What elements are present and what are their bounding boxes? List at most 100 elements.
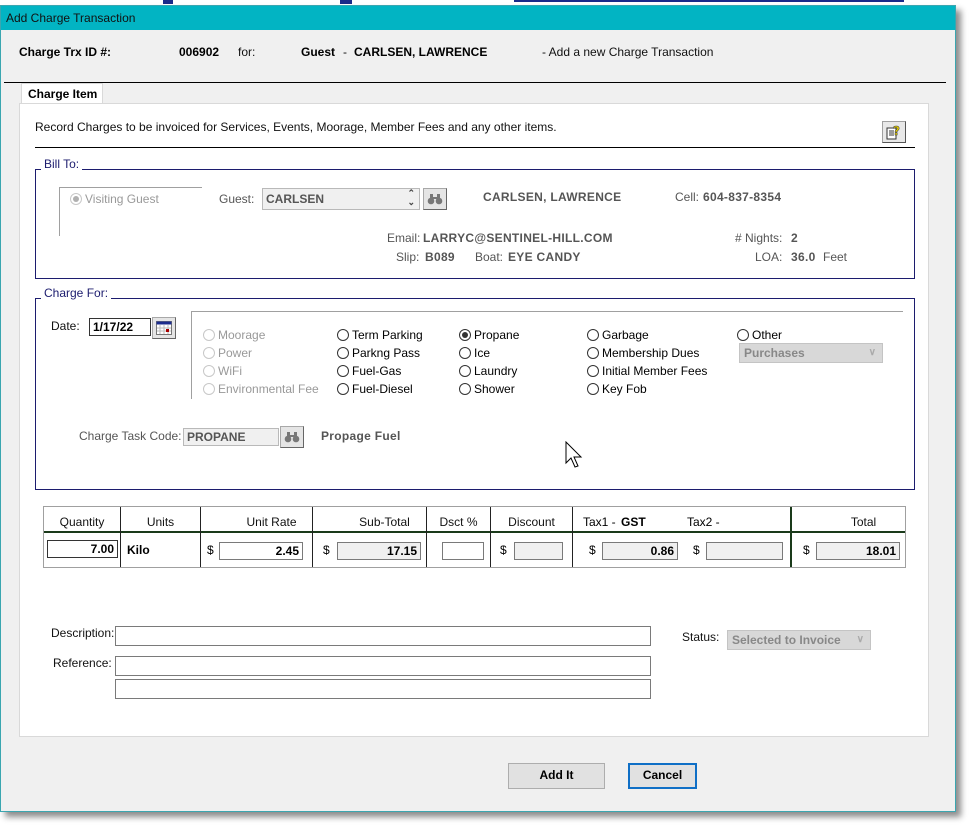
radio-icon	[737, 329, 749, 341]
currency-symbol: $	[589, 543, 596, 557]
radio-label: Ice	[474, 346, 491, 360]
status-select[interactable]: Selected to Invoice ∨	[727, 630, 871, 650]
col-taxes: Tax1 - GST Tax2 - $ 0.86 $	[573, 507, 792, 567]
charge-type-radio-fuel-gas[interactable]: Fuel-Gas	[337, 362, 401, 380]
col-units: Units Kilo	[121, 507, 201, 567]
radio-label: Laundry	[474, 364, 518, 378]
col-total: Total $ 18.01	[792, 507, 905, 567]
radio-icon	[70, 193, 82, 205]
nights-label: # Nights:	[735, 231, 783, 245]
col-unit-rate: Unit Rate $ 2.45	[201, 507, 313, 567]
col-discount: Discount $	[491, 507, 573, 567]
date-input[interactable]: 1/17/22	[89, 318, 151, 336]
unit-rate-input[interactable]: 2.45	[219, 542, 303, 560]
charge-type-radio-fuel-diesel[interactable]: Fuel-Diesel	[337, 380, 413, 398]
tax2-field	[706, 542, 783, 560]
col-subtotal: Sub-Total $ 17.15	[313, 507, 427, 567]
charge-type-radio-moorage: Moorage	[203, 326, 265, 344]
currency-symbol: $	[207, 543, 214, 557]
charge-type-radio-laundry[interactable]: Laundry	[459, 362, 517, 380]
svg-text:?: ?	[893, 124, 900, 138]
charge-type-radio-other[interactable]: Other	[737, 326, 782, 344]
cell-value: 604-837-8354	[703, 190, 782, 204]
guest-select[interactable]: CARLSEN ⌃ ⌄	[262, 188, 420, 210]
other-type-select[interactable]: Purchases ∨	[739, 343, 883, 363]
quantity-input[interactable]: 7.00	[47, 540, 118, 558]
other-type-value: Purchases	[744, 346, 805, 360]
email-value: LARRYC@SENTINEL-HILL.COM	[423, 231, 613, 245]
charge-type-radio-initial-member-fees[interactable]: Initial Member Fees	[587, 362, 707, 380]
reference-input-2[interactable]	[115, 679, 651, 699]
visiting-guest-radio[interactable]: Visiting Guest	[70, 190, 159, 208]
charge-type-radio-shower[interactable]: Shower	[459, 380, 515, 398]
task-code-description: Propage Fuel	[321, 429, 401, 443]
task-code-lookup-button[interactable]	[280, 426, 304, 448]
radio-icon	[337, 347, 349, 359]
add-it-button[interactable]: Add It	[508, 763, 605, 789]
radio-icon	[459, 329, 471, 341]
radio-icon	[459, 347, 471, 359]
charge-type-radio-membership-dues[interactable]: Membership Dues	[587, 344, 699, 362]
header-tax2-label: Tax2 -	[687, 515, 720, 529]
currency-symbol: $	[803, 543, 810, 557]
charge-type-radio-key-fob[interactable]: Key Fob	[587, 380, 647, 398]
task-code-field[interactable]: PROPANE	[183, 428, 279, 446]
currency-symbol: $	[500, 543, 507, 557]
header-dsct-pct: Dsct %	[439, 515, 478, 529]
date-picker-button[interactable]	[152, 317, 176, 339]
cell-label: Cell:	[675, 190, 700, 204]
description-input[interactable]	[115, 626, 651, 646]
charge-type-radio-parkng-pass[interactable]: Parkng Pass	[337, 344, 420, 362]
customer-name: CARLSEN, LAWRENCE	[354, 45, 488, 59]
charge-line-grid: Quantity 7.00 Units Kilo Unit Rate $ 2.4…	[43, 506, 906, 568]
email-label: Email:	[387, 231, 421, 245]
radio-label: Garbage	[602, 328, 649, 342]
cancel-button[interactable]: Cancel	[628, 763, 697, 789]
header-total: Total	[850, 515, 877, 529]
chevron-down-icon: ∨	[868, 347, 876, 358]
loa-unit: Feet	[823, 250, 848, 264]
col-dsct-pct: Dsct %	[427, 507, 491, 567]
task-code-label: Charge Task Code:	[79, 429, 182, 443]
radio-icon	[587, 383, 599, 395]
radio-icon	[337, 383, 349, 395]
guest-lookup-button[interactable]	[423, 188, 447, 210]
currency-symbol: $	[323, 543, 330, 557]
charge-type-radio-ice[interactable]: Ice	[459, 344, 490, 362]
help-question-icon: ?	[886, 124, 900, 140]
tab-charge-item[interactable]: Charge Item	[21, 83, 103, 105]
date-label: Date:	[51, 319, 80, 333]
status-value: Selected to Invoice	[732, 633, 841, 647]
reference-input-1[interactable]	[115, 656, 651, 676]
calendar-icon	[156, 321, 172, 335]
radio-label: Initial Member Fees	[602, 364, 708, 378]
loa-label: LOA:	[755, 250, 783, 264]
radio-icon	[587, 347, 599, 359]
charge-type-radio-wifi: WiFi	[203, 362, 242, 380]
radio-label: Parkng Pass	[352, 346, 421, 360]
radio-icon	[587, 329, 599, 341]
boat-label: Boat:	[475, 250, 504, 264]
header-tax1-label: Tax1 -	[583, 515, 616, 529]
radio-label: Moorage	[218, 328, 266, 342]
background-mark	[514, 0, 904, 2]
header-tax1-name: GST	[621, 515, 646, 529]
charge-type-radio-term-parking[interactable]: Term Parking	[337, 326, 423, 344]
discount-pct-input[interactable]	[442, 542, 484, 560]
binoculars-icon	[284, 432, 300, 443]
trx-id-value: 006902	[179, 45, 220, 59]
customer-type: Guest	[301, 45, 336, 59]
radio-label: Term Parking	[352, 328, 423, 342]
radio-label: Power	[218, 346, 253, 360]
charge-type-radio-power: Power	[203, 344, 252, 362]
background-mark	[340, 0, 352, 4]
radio-label: WiFi	[218, 364, 242, 378]
slip-value: B089	[425, 250, 455, 264]
help-button[interactable]: ?	[882, 121, 906, 143]
mouse-cursor-icon	[565, 441, 583, 468]
radio-label: Fuel-Gas	[352, 364, 402, 378]
description-label: Description:	[51, 626, 115, 640]
charge-type-radio-propane[interactable]: Propane	[459, 326, 519, 344]
guest-value: CARLSEN	[266, 192, 325, 206]
charge-type-radio-garbage[interactable]: Garbage	[587, 326, 649, 344]
